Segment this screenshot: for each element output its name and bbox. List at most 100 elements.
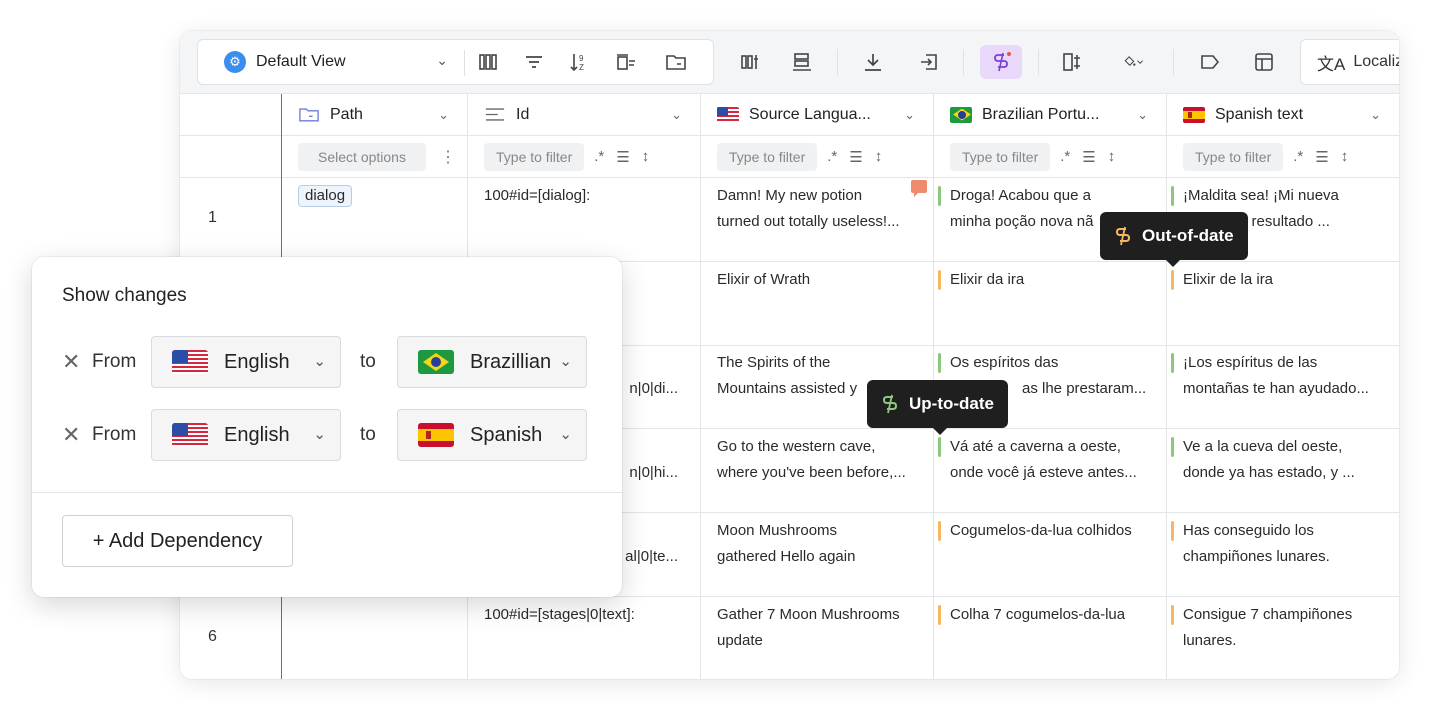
regex-icon[interactable]: .* [1060, 148, 1070, 165]
dependency-row: ✕ From [62, 336, 136, 388]
spanish-cell[interactable]: Elixir de la ira [1167, 267, 1399, 293]
spanish-cell[interactable]: Ve a la cueva del oeste, donde ya has es… [1167, 434, 1399, 486]
chevron-down-icon[interactable]: ⌄ [1137, 107, 1148, 123]
group-icon[interactable] [612, 48, 640, 76]
sort-icon[interactable]: ↕ [1341, 148, 1349, 165]
spanish-cell[interactable]: Consigue 7 champiñones lunares. [1167, 602, 1399, 654]
to-label: to [360, 351, 376, 372]
folder-icon[interactable] [662, 48, 690, 76]
regex-icon[interactable]: .* [827, 148, 837, 165]
column-header-path[interactable]: Path ⌄ [282, 94, 467, 136]
spanish-cell[interactable]: ¡Los espíritus de las montañas te han ay… [1167, 350, 1399, 402]
link-status-icon [1115, 226, 1131, 246]
view-label: Default View [256, 53, 346, 70]
chevron-down-icon[interactable]: ⌄ [904, 107, 915, 123]
add-dependency-button[interactable]: + Add Dependency [62, 515, 293, 567]
cell-line: montañas te han ayudado... [1183, 380, 1369, 397]
column-header-spanish[interactable]: Spanish text ⌄ [1167, 94, 1399, 136]
row-height-icon[interactable] [788, 48, 816, 76]
brazilian-cell[interactable]: Elixir da ira [934, 267, 1166, 293]
toolbar: ⚙ Default View ⌄ 9Z 文A Localiz [180, 31, 1399, 94]
source-cell[interactable]: Elixir of Wrath [701, 267, 933, 293]
import-icon[interactable] [915, 48, 943, 76]
spain-flag-icon [418, 423, 454, 447]
regex-icon[interactable]: .* [1293, 148, 1303, 165]
select-value: English [224, 350, 290, 373]
cell-line: Elixir of Wrath [717, 271, 811, 288]
from-language-select[interactable]: English ⌄ [151, 336, 341, 388]
source-cell[interactable]: Go to the western cave, where you've bee… [701, 434, 933, 486]
more-vertical-icon[interactable]: ⋮ [440, 147, 456, 167]
from-language-select[interactable]: English ⌄ [151, 409, 341, 461]
paint-bucket-icon[interactable] [1110, 48, 1156, 76]
filter-input[interactable]: Type to filter [484, 142, 585, 171]
view-toolbar-group: ⚙ Default View ⌄ 9Z [197, 39, 714, 85]
column-header-id[interactable]: Id ⌄ [468, 94, 700, 136]
id-cell[interactable]: 100#id=[stages|0|text]: [468, 602, 700, 628]
split-view-icon[interactable] [1058, 48, 1086, 76]
layout-icon[interactable] [1250, 48, 1278, 76]
cell-line: gathered Hello again [717, 548, 856, 565]
chevron-down-icon: ⌄ [313, 353, 326, 370]
cell-line: Ve a la cueva del oeste, [1183, 438, 1343, 455]
columns-icon[interactable] [474, 48, 502, 76]
sort-icon[interactable]: ↕ [642, 148, 650, 165]
label-tag-icon[interactable] [1196, 48, 1224, 76]
select-options-input[interactable]: Select options [298, 142, 426, 171]
to-language-select[interactable]: Spanish ⌄ [397, 409, 587, 461]
view-selector[interactable]: ⚙ Default View ⌄ [198, 40, 464, 84]
cell-line: Cogumelos-da-lua colhidos [950, 522, 1132, 539]
filter-input[interactable]: Type to filter [950, 142, 1051, 171]
translate-icon: 文A [1317, 54, 1346, 74]
dependency-link-icon[interactable] [980, 45, 1022, 79]
cell-line: Vá até a caverna a oeste, [950, 438, 1121, 455]
cell-line: Has conseguido los [1183, 522, 1314, 539]
column-header-brazilian[interactable]: Brazilian Portu... ⌄ [934, 94, 1166, 136]
chevron-down-icon[interactable]: ⌄ [438, 107, 449, 123]
source-cell[interactable]: Gather 7 Moon Mushrooms update [701, 602, 933, 654]
comment-icon[interactable] [911, 180, 927, 197]
close-icon[interactable]: ✕ [62, 422, 80, 448]
brazilian-cell[interactable]: Cogumelos-da-lua colhidos [934, 518, 1166, 544]
select-value: Brazillian [470, 350, 552, 373]
filter-icon[interactable]: ☰ [616, 148, 629, 166]
download-icon[interactable] [859, 48, 887, 76]
localize-button[interactable]: 文A Localiz [1300, 39, 1399, 85]
chevron-down-icon[interactable]: ⌄ [1370, 107, 1381, 123]
column-settings-icon[interactable] [737, 48, 765, 76]
cell-line: champiñones lunares. [1183, 548, 1330, 565]
filter-icon[interactable]: ☰ [1082, 148, 1095, 166]
regex-icon[interactable]: .* [594, 148, 604, 165]
source-cell[interactable]: Moon Mushrooms gathered Hello again [701, 518, 933, 570]
brazilian-cell[interactable]: Vá até a caverna a oeste, onde você já e… [934, 434, 1166, 486]
filter-icon[interactable]: ☰ [1315, 148, 1328, 166]
source-cell[interactable]: Damn! My new potion turned out totally u… [701, 183, 933, 235]
chevron-down-icon: ⌄ [313, 426, 326, 443]
sort-icon[interactable]: 9Z [566, 48, 594, 76]
close-icon[interactable]: ✕ [62, 349, 80, 375]
divider [32, 492, 622, 493]
select-value: Spanish [470, 423, 543, 446]
cell-line: Os espíritos das [950, 354, 1059, 371]
spanish-cell[interactable]: Has conseguido los champiñones lunares. [1167, 518, 1399, 570]
sort-icon[interactable]: ↕ [1108, 148, 1116, 165]
id-cell[interactable]: 100#id=[dialog]: [468, 183, 700, 209]
filter-icon[interactable]: ☰ [849, 148, 862, 166]
cell-line: onde você já esteve antes... [950, 464, 1137, 481]
sort-icon[interactable]: ↕ [875, 148, 883, 165]
column-header-source[interactable]: Source Langua... ⌄ [701, 94, 933, 136]
gear-icon: ⚙ [224, 51, 246, 73]
to-language-select[interactable]: Brazillian ⌄ [397, 336, 587, 388]
cell-line: lunares. [1183, 632, 1237, 649]
path-cell[interactable]: dialog [282, 183, 467, 209]
folder-icon [298, 107, 320, 123]
filter-cell-source: Type to filter .* ☰ ↕ [701, 136, 933, 178]
brazilian-cell[interactable]: Colha 7 cogumelos-da-lua [934, 602, 1166, 628]
filter-input[interactable]: Type to filter [1183, 142, 1284, 171]
row-number: 1 [208, 209, 217, 226]
chevron-down-icon[interactable]: ⌄ [671, 107, 682, 123]
filter-input[interactable]: Type to filter [717, 142, 818, 171]
svg-text:9: 9 [579, 54, 584, 63]
filter-icon[interactable] [520, 48, 548, 76]
cell-line: ¡Los espíritus de las [1183, 354, 1318, 371]
